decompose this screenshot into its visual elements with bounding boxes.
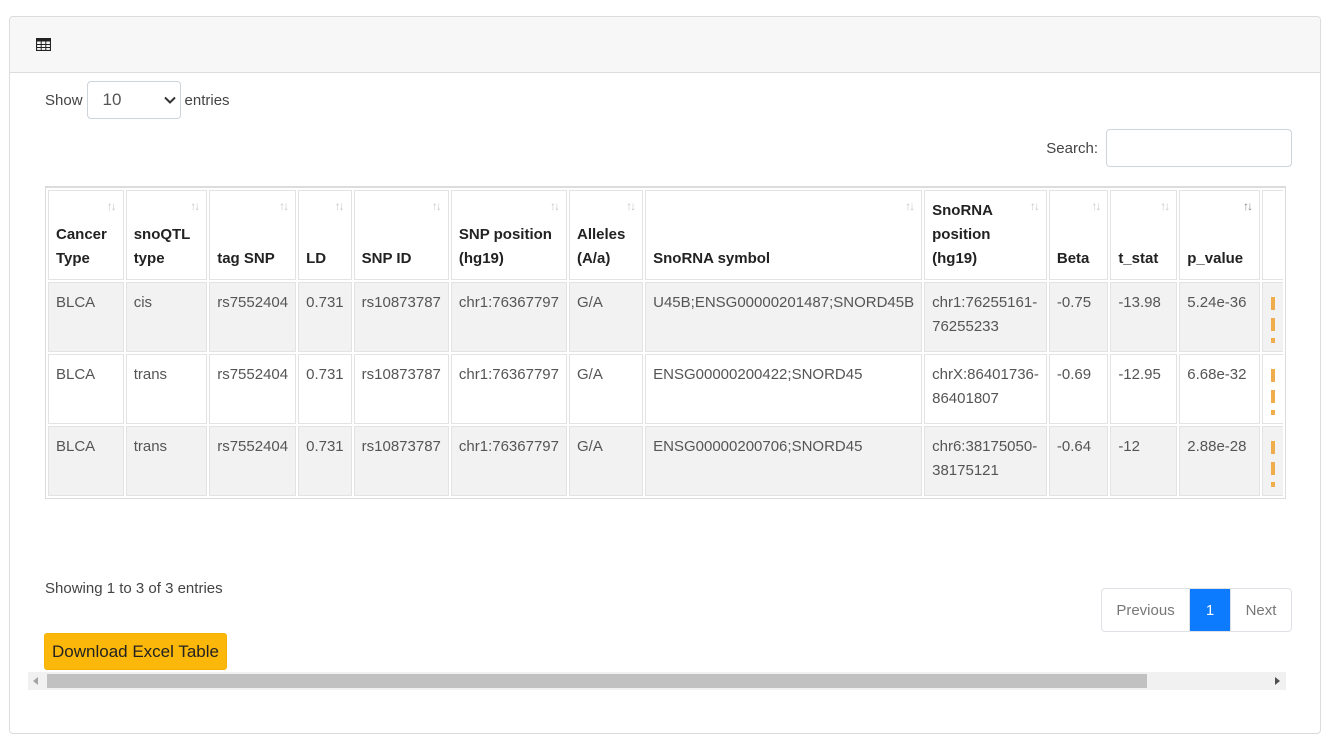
- sort-icon: ↑↓: [1160, 199, 1170, 213]
- table-cell: rs10873787: [353, 282, 449, 352]
- scroll-right-icon[interactable]: [1275, 677, 1280, 685]
- sort-icon: ↑↓: [431, 199, 442, 213]
- table-cell: G/A: [568, 282, 644, 352]
- table-cell: 5.24e-36: [1179, 282, 1260, 352]
- table-cell: rs10873787: [353, 354, 449, 424]
- sort-icon: ↑↓: [106, 199, 117, 213]
- column-header-snorna-symbol[interactable]: ↑↓ SnoRNA symbol: [645, 190, 923, 280]
- column-header-snoqtl-type[interactable]: ↑↓ snoQTL type: [125, 190, 208, 280]
- table-cell: chrX:86401736-86401807: [924, 354, 1047, 424]
- table-cell: G/A: [568, 354, 644, 424]
- table-cell: rs10873787: [353, 426, 449, 496]
- entries-select-value: 10: [102, 90, 122, 109]
- table-scroll-area: ↑↓ Cancer Type ↑↓ snoQTL type ↑↓ tag SNP ↑↓…: [45, 186, 1286, 540]
- search-label: Search:: [1046, 139, 1098, 157]
- table-header-row: ↑↓ Cancer Type ↑↓ snoQTL type ↑↓ tag SNP ↑↓…: [48, 190, 1283, 280]
- show-label: Show: [45, 91, 83, 109]
- next-page-button[interactable]: Next: [1230, 589, 1291, 631]
- search-input[interactable]: [1106, 129, 1292, 167]
- table-row: BLCA cis rs7552404 0.731 rs10873787 chr1…: [48, 282, 1283, 352]
- column-header-snorna-position[interactable]: ↑↓ SnoRNA position (hg19): [924, 190, 1047, 280]
- scrollbar-thumb[interactable]: [47, 674, 1147, 688]
- table-cell: -12: [1110, 426, 1178, 496]
- table-cell: 0.731: [298, 426, 352, 496]
- table-icon: [36, 38, 51, 51]
- table-cell: G/A: [568, 426, 644, 496]
- entries-select[interactable]: 10: [86, 81, 181, 119]
- chevron-down-icon: [163, 96, 176, 104]
- sort-icon: ↑↓: [905, 199, 915, 213]
- sort-icon: ↑↓: [626, 199, 636, 213]
- column-header-tag-snp[interactable]: ↑↓ tag SNP: [209, 190, 297, 280]
- table-cell: U45B;ENSG00000201487;SNORD45B: [645, 282, 923, 352]
- column-header-ld[interactable]: ↑↓ LD: [298, 190, 352, 280]
- table-cell: chr1:76367797: [450, 282, 567, 352]
- download-excel-button[interactable]: Download Excel Table: [44, 633, 227, 670]
- truncated-cell-marks: [1270, 369, 1275, 415]
- table-cell: chr1:76255161-76255233: [924, 282, 1047, 352]
- sort-icon: ↑↓: [190, 199, 200, 213]
- table-cell: ENSG00000200422;SNORD45: [645, 354, 923, 424]
- column-header-cancer-type[interactable]: ↑↓ Cancer Type: [48, 190, 124, 280]
- table-cell: BLCA: [48, 354, 124, 424]
- search-control: Search:: [1046, 129, 1292, 167]
- table-cell: chr1:76367797: [450, 426, 567, 496]
- entries-length-control: Show 10 entries: [45, 80, 230, 120]
- column-header-t-stat[interactable]: ↑↓ t_stat: [1110, 190, 1178, 280]
- table-cell: trans: [125, 354, 208, 424]
- table-cell: 0.731: [298, 354, 352, 424]
- table-cell: 2.88e-28: [1179, 426, 1260, 496]
- sort-icon: ↑↓: [279, 199, 289, 213]
- table-cell: -0.64: [1048, 426, 1109, 496]
- table-cell: chr1:76367797: [450, 354, 567, 424]
- sort-icon: ↑↓: [1029, 199, 1040, 213]
- table-cell: rs7552404: [209, 354, 297, 424]
- table-cell: -0.69: [1048, 354, 1109, 424]
- scroll-left-icon[interactable]: [33, 677, 38, 685]
- column-header-snp-id[interactable]: ↑↓ SNP ID: [353, 190, 449, 280]
- previous-page-button[interactable]: Previous: [1102, 589, 1190, 631]
- table-cell: 6.68e-32: [1179, 354, 1260, 424]
- column-header-alleles[interactable]: ↑↓ Alleles (A/a): [568, 190, 644, 280]
- card-header: [10, 17, 1320, 73]
- horizontal-scrollbar[interactable]: [28, 672, 1286, 690]
- sort-icon: ↑↓: [1091, 199, 1101, 213]
- table-row: BLCA trans rs7552404 0.731 rs10873787 ch…: [48, 426, 1283, 496]
- truncated-cell-marks: [1270, 441, 1275, 487]
- sort-icon: ↑↓: [334, 199, 345, 213]
- table-cell: BLCA: [48, 282, 124, 352]
- table-info: Showing 1 to 3 of 3 entries: [45, 580, 223, 597]
- table-cell: chr6:38175050-38175121: [924, 426, 1047, 496]
- table-cell: rs7552404: [209, 426, 297, 496]
- table-row: BLCA trans rs7552404 0.731 rs10873787 ch…: [48, 354, 1283, 424]
- truncated-cell: [1261, 282, 1283, 352]
- table-cell: rs7552404: [209, 282, 297, 352]
- table-cell: -12.95: [1110, 354, 1178, 424]
- column-header-truncated: [1261, 190, 1283, 280]
- entries-label: entries: [184, 91, 230, 109]
- table-cell: ENSG00000200706;SNORD45: [645, 426, 923, 496]
- page-1-button[interactable]: 1: [1190, 589, 1230, 631]
- column-header-p-value[interactable]: ↑↓ p_value: [1179, 190, 1260, 280]
- table-cell: trans: [125, 426, 208, 496]
- table-cell: -0.75: [1048, 282, 1109, 352]
- results-table: ↑↓ Cancer Type ↑↓ snoQTL type ↑↓ tag SNP ↑↓…: [45, 186, 1286, 499]
- truncated-cell: [1261, 354, 1283, 424]
- truncated-cell-marks: [1270, 297, 1275, 343]
- pagination: Previous 1 Next: [1101, 588, 1292, 632]
- column-header-beta[interactable]: ↑↓ Beta: [1048, 190, 1109, 280]
- table-cell: 0.731: [298, 282, 352, 352]
- table-cell: -13.98: [1110, 282, 1178, 352]
- sort-icon: ↑↓: [549, 199, 560, 213]
- truncated-cell: [1261, 426, 1283, 496]
- column-header-snp-position[interactable]: ↑↓ SNP position (hg19): [450, 190, 567, 280]
- table-cell: cis: [125, 282, 208, 352]
- table-cell: BLCA: [48, 426, 124, 496]
- sort-icon: ↑↓: [1242, 199, 1253, 213]
